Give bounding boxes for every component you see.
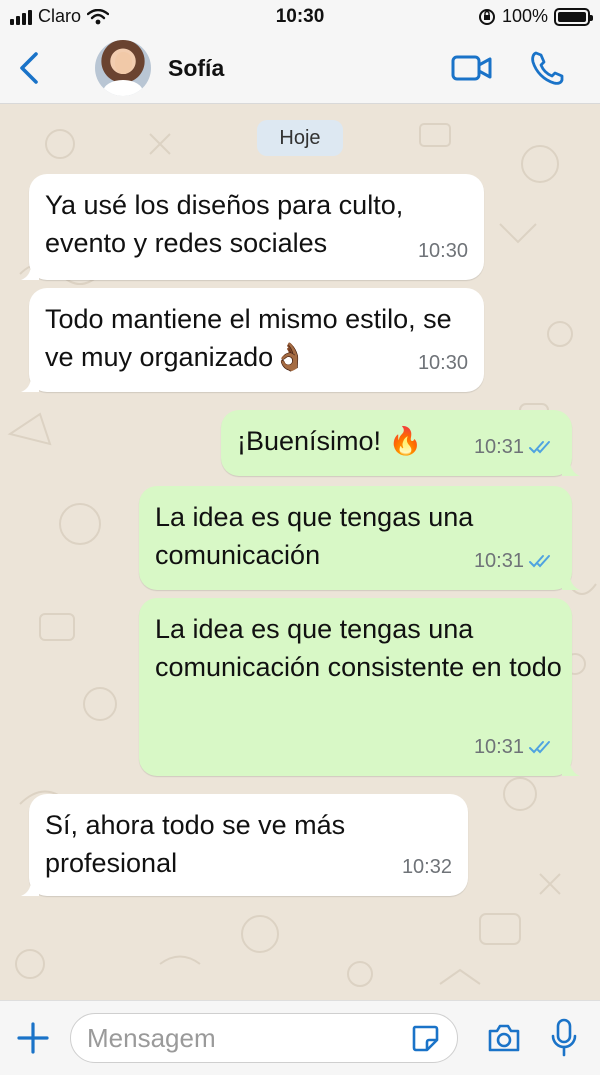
avatar[interactable] xyxy=(95,40,151,96)
back-chevron-icon[interactable] xyxy=(12,48,48,88)
message-text: Ya usé los diseños para culto, evento y … xyxy=(45,190,404,258)
message-time: 10:32 xyxy=(401,856,452,878)
message-text: La idea es que tengas una comunicación xyxy=(155,502,474,570)
message-bubble-incoming[interactable]: Sí, ahora todo se ve más profesional 10:… xyxy=(21,794,468,896)
phone-icon[interactable] xyxy=(528,48,566,88)
chat-area[interactable]: Hoje Ya usé los diseños para culto, even… xyxy=(0,104,600,1000)
message-bubble-incoming[interactable]: Todo mantiene el mismo estilo, se ve muy… xyxy=(21,288,484,392)
message-time: 10:31 xyxy=(473,436,524,458)
message-time: 10:31 xyxy=(473,550,524,572)
message-bubble-incoming[interactable]: Ya usé los diseños para culto, evento y … xyxy=(21,174,484,280)
message-bubble-outgoing[interactable]: La idea es que tengas una comunicación c… xyxy=(139,598,580,776)
message-time: 10:30 xyxy=(417,240,468,262)
contact-name[interactable]: Sofía xyxy=(168,55,224,82)
message-time: 10:31 xyxy=(473,736,524,758)
battery-icon xyxy=(554,7,593,26)
chat-header: Sofía xyxy=(0,34,600,104)
read-ticks-icon xyxy=(529,441,550,454)
microphone-icon[interactable] xyxy=(550,1017,578,1059)
read-ticks-icon xyxy=(529,741,550,754)
camera-icon[interactable] xyxy=(486,1021,522,1055)
date-chip: Hoje xyxy=(257,120,343,156)
message-bubble-outgoing[interactable]: ¡Buenísimo! 🔥 10:31 xyxy=(221,410,580,476)
message-text: La idea es que tengas una comunicación c… xyxy=(155,614,562,682)
battery-fill xyxy=(558,11,586,22)
message-text: Todo mantiene el mismo estilo, se ve muy… xyxy=(45,304,452,372)
battery-percent: 100% xyxy=(501,6,548,26)
message-text: Sí, ahora todo se ve más profesional xyxy=(45,810,346,878)
sticker-icon[interactable] xyxy=(410,1023,440,1053)
orientation-lock-icon xyxy=(478,8,495,25)
video-call-icon[interactable] xyxy=(450,50,494,86)
read-ticks-icon xyxy=(529,555,550,568)
status-bar: Claro 10:30 100% xyxy=(0,0,600,34)
plus-icon[interactable] xyxy=(14,1019,52,1057)
message-time: 10:30 xyxy=(417,352,468,374)
message-input[interactable]: Mensagem xyxy=(70,1013,458,1063)
input-bar: Mensagem xyxy=(0,1000,600,1075)
message-bubble-outgoing[interactable]: La idea es que tengas una comunicación 1… xyxy=(139,486,580,590)
message-input-placeholder: Mensagem xyxy=(87,1023,216,1053)
status-right: 100% xyxy=(478,6,593,27)
